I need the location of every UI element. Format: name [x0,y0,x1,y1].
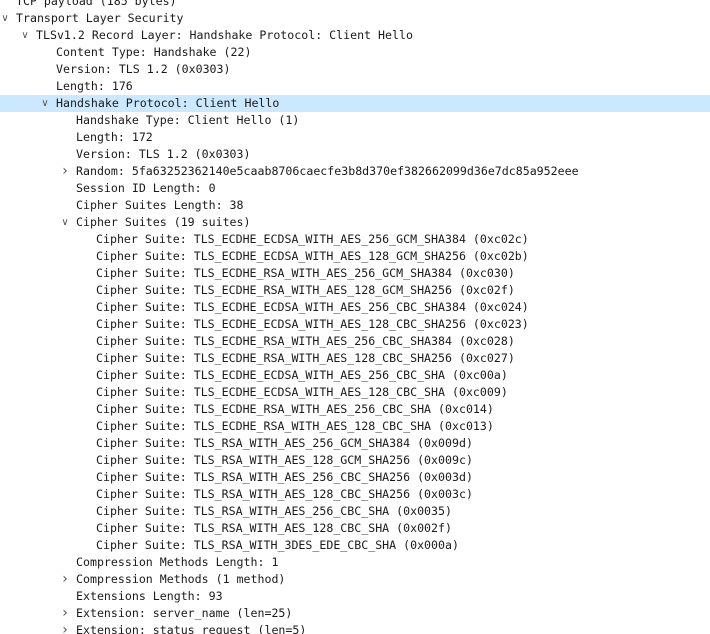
tree-row[interactable]: Cipher Suite: TLS_ECDHE_ECDSA_WITH_AES_2… [0,367,710,384]
tree-row[interactable]: Cipher Suite: TLS_ECDHE_ECDSA_WITH_AES_1… [0,316,710,333]
tree-row-label: Cipher Suites Length: 38 [76,198,244,212]
tree-row-label: Transport Layer Security [16,11,184,25]
chevron-right-icon[interactable]: › [59,571,71,588]
tree-row-label: Extension: server_name (len=25) [76,606,293,620]
packet-details-tree[interactable]: TCP payload (185 bytes) ∨ Transport Layer … [0,0,710,634]
tree-row-label: Cipher Suite: TLS_RSA_WITH_AES_256_CBC_S… [96,504,452,518]
tree-row[interactable]: Cipher Suite: TLS_ECDHE_ECDSA_WITH_AES_2… [0,231,710,248]
tree-row-label: Session ID Length: 0 [76,181,216,195]
tree-row[interactable]: › Extension: server_name (len=25) [0,605,710,622]
tree-row[interactable]: Compression Methods Length: 1 [0,554,710,571]
chevron-down-icon[interactable]: ∨ [59,214,71,231]
tree-row[interactable]: › Random: 5fa63252362140e5caab8706caecfe3… [0,163,710,180]
tree-row[interactable]: Version: TLS 1.2 (0x0303) [0,146,710,163]
tree-row[interactable]: Version: TLS 1.2 (0x0303) [0,61,710,78]
tree-row[interactable]: TCP payload (185 bytes) [0,0,710,10]
tree-row-label: Cipher Suite: TLS_RSA_WITH_AES_128_CBC_S… [96,487,473,501]
tree-row[interactable]: Cipher Suite: TLS_RSA_WITH_AES_256_GCM_S… [0,435,710,452]
tree-row-label: Cipher Suite: TLS_ECDHE_ECDSA_WITH_AES_1… [96,249,529,263]
chevron-down-icon[interactable]: ∨ [39,95,51,112]
tree-row-label: Random: 5fa63252362140e5caab8706caecfe3b… [76,164,579,178]
tree-row[interactable]: Extensions Length: 93 [0,588,710,605]
tree-row-label: Cipher Suite: TLS_ECDHE_RSA_WITH_AES_128… [96,351,515,365]
tree-row[interactable]: Cipher Suite: TLS_RSA_WITH_AES_128_CBC_S… [0,486,710,503]
chevron-right-icon[interactable]: › [59,163,71,180]
tree-row-label: Compression Methods (1 method) [76,572,286,586]
chevron-right-icon[interactable]: › [59,605,71,622]
tree-row-label: Cipher Suite: TLS_ECDHE_RSA_WITH_AES_128… [96,283,515,297]
tree-row[interactable]: Cipher Suite: TLS_ECDHE_ECDSA_WITH_AES_2… [0,299,710,316]
tree-row[interactable]: Cipher Suite: TLS_ECDHE_RSA_WITH_AES_256… [0,333,710,350]
tree-row[interactable]: Cipher Suites Length: 38 [0,197,710,214]
tree-row[interactable]: Cipher Suite: TLS_ECDHE_RSA_WITH_AES_256… [0,401,710,418]
tree-row[interactable]: Cipher Suite: TLS_ECDHE_ECDSA_WITH_AES_1… [0,248,710,265]
tree-row-label: Cipher Suite: TLS_ECDHE_RSA_WITH_AES_128… [96,419,494,433]
tree-row[interactable]: Cipher Suite: TLS_RSA_WITH_AES_256_CBC_S… [0,469,710,486]
tree-row-label: TLSv1.2 Record Layer: Handshake Protocol… [36,28,413,42]
tree-row[interactable]: ∨ Cipher Suites (19 suites) [0,214,710,231]
tree-row[interactable]: Session ID Length: 0 [0,180,710,197]
tree-row[interactable]: ∨ Handshake Protocol: Client Hello [0,95,710,112]
chevron-down-icon[interactable]: ∨ [19,27,31,44]
tree-row-label: TCP payload (185 bytes) [16,0,177,8]
tree-row-label: Cipher Suite: TLS_RSA_WITH_AES_256_GCM_S… [96,436,473,450]
tree-row[interactable]: Cipher Suite: TLS_ECDHE_RSA_WITH_AES_256… [0,265,710,282]
tree-row-label: Cipher Suite: TLS_RSA_WITH_AES_256_CBC_S… [96,470,473,484]
tree-row-label: Handshake Type: Client Hello (1) [76,113,300,127]
tree-row-label: Cipher Suites (19 suites) [76,215,251,229]
tree-row-label: Length: 172 [76,130,153,144]
tree-row-label: Cipher Suite: TLS_RSA_WITH_AES_128_GCM_S… [96,453,473,467]
tree-row-label: Version: TLS 1.2 (0x0303) [76,147,251,161]
tree-row[interactable]: ∨ Transport Layer Security [0,10,710,27]
tree-row-label: Cipher Suite: TLS_ECDHE_ECDSA_WITH_AES_2… [96,300,529,314]
tree-row-label: Content Type: Handshake (22) [56,45,252,59]
tree-row-label: Cipher Suite: TLS_ECDHE_ECDSA_WITH_AES_2… [96,368,508,382]
tree-row-label: Handshake Protocol: Client Hello [56,96,280,110]
tree-row[interactable]: › Extension: status_request (len=5) [0,622,710,634]
tree-row[interactable]: Cipher Suite: TLS_ECDHE_RSA_WITH_AES_128… [0,418,710,435]
tree-row-label: Cipher Suite: TLS_RSA_WITH_3DES_EDE_CBC_… [96,538,459,552]
tree-row-label: Cipher Suite: TLS_ECDHE_ECDSA_WITH_AES_2… [96,232,529,246]
tree-row[interactable]: Cipher Suite: TLS_RSA_WITH_AES_256_CBC_S… [0,503,710,520]
tree-row[interactable]: Length: 172 [0,129,710,146]
tree-row-label: Cipher Suite: TLS_ECDHE_RSA_WITH_AES_256… [96,266,515,280]
tree-row[interactable]: Handshake Type: Client Hello (1) [0,112,710,129]
tree-row[interactable]: Length: 176 [0,78,710,95]
tree-row-label: Extension: status_request (len=5) [76,623,307,634]
tree-row[interactable]: Cipher Suite: TLS_ECDHE_ECDSA_WITH_AES_1… [0,384,710,401]
tree-row-label: Cipher Suite: TLS_ECDHE_ECDSA_WITH_AES_1… [96,317,529,331]
tree-row[interactable]: Cipher Suite: TLS_RSA_WITH_AES_128_CBC_S… [0,520,710,537]
tree-row-label: Length: 176 [56,79,133,93]
chevron-down-icon[interactable]: ∨ [0,10,11,27]
tree-row[interactable]: Cipher Suite: TLS_ECDHE_RSA_WITH_AES_128… [0,350,710,367]
tree-row[interactable]: › Compression Methods (1 method) [0,571,710,588]
tree-row[interactable]: Cipher Suite: TLS_RSA_WITH_AES_128_GCM_S… [0,452,710,469]
tree-row[interactable]: ∨ TLSv1.2 Record Layer: Handshake Protoco… [0,27,710,44]
tree-row-label: Extensions Length: 93 [76,589,223,603]
tree-row[interactable]: Cipher Suite: TLS_ECDHE_RSA_WITH_AES_128… [0,282,710,299]
tree-row-label: Version: TLS 1.2 (0x0303) [56,62,231,76]
tree-row[interactable]: Content Type: Handshake (22) [0,44,710,61]
tree-row-label: Cipher Suite: TLS_RSA_WITH_AES_128_CBC_S… [96,521,452,535]
tree-row-label: Compression Methods Length: 1 [76,555,279,569]
tree-row-label: Cipher Suite: TLS_ECDHE_RSA_WITH_AES_256… [96,402,494,416]
chevron-right-icon[interactable]: › [59,622,71,634]
tree-row-label: Cipher Suite: TLS_ECDHE_ECDSA_WITH_AES_1… [96,385,508,399]
tree-row[interactable]: Cipher Suite: TLS_RSA_WITH_3DES_EDE_CBC_… [0,537,710,554]
tree-row-label: Cipher Suite: TLS_ECDHE_RSA_WITH_AES_256… [96,334,515,348]
